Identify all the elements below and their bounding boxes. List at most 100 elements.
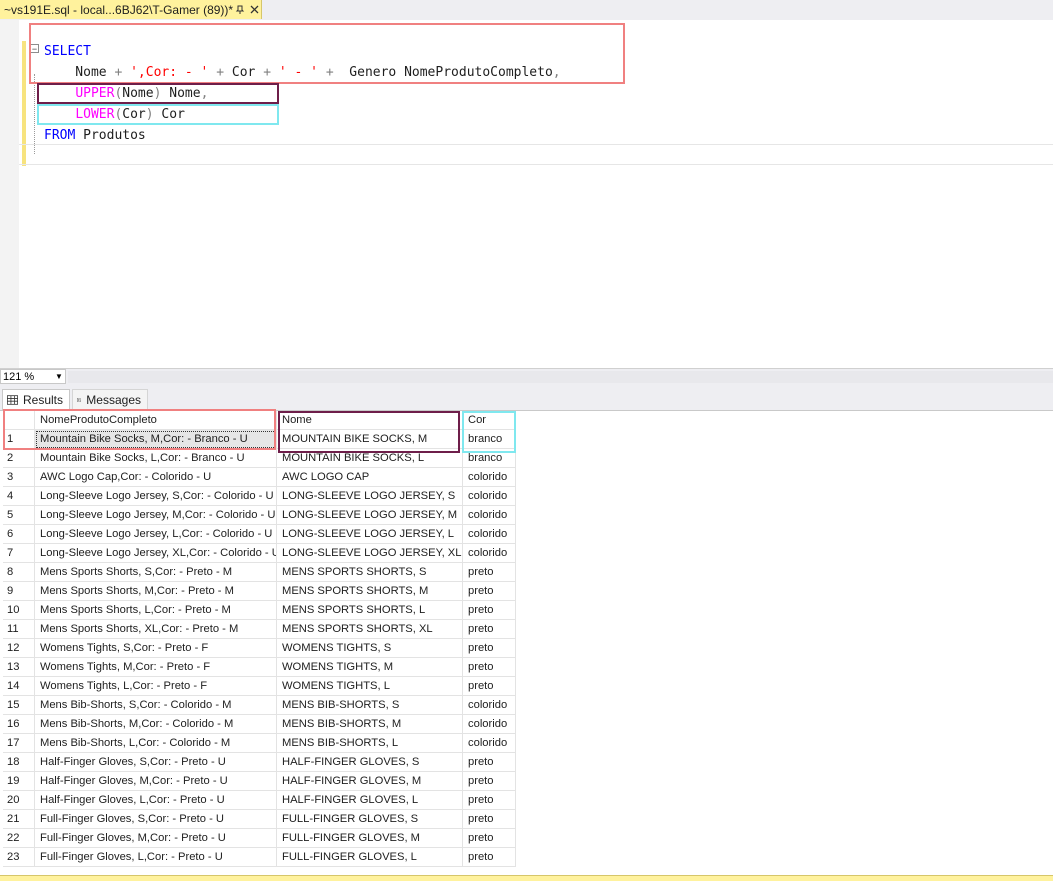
row-number[interactable]: 23 bbox=[3, 848, 35, 867]
table-row[interactable]: 3 AWC Logo Cap,Cor: - Colorido - U AWC LOG… bbox=[3, 468, 516, 487]
cell-cor[interactable]: colorido bbox=[463, 506, 516, 525]
cell-cor[interactable]: preto bbox=[463, 753, 516, 772]
code-line[interactable]: UPPER(Nome) Nome, bbox=[44, 83, 561, 104]
row-number[interactable]: 8 bbox=[3, 563, 35, 582]
cell-nomeprodutocompleto[interactable]: Womens Tights, S,Cor: - Preto - F bbox=[35, 639, 277, 658]
cell-nome[interactable]: MENS BIB-SHORTS, L bbox=[277, 734, 463, 753]
table-row[interactable]: 8 Mens Sports Shorts, S,Cor: - Preto - MM… bbox=[3, 563, 516, 582]
cell-cor[interactable]: preto bbox=[463, 620, 516, 639]
results-grid[interactable]: NomeProdutoCompleto Nome Cor 1 Mountain B… bbox=[3, 411, 1053, 875]
cell-cor[interactable]: preto bbox=[463, 810, 516, 829]
table-row[interactable]: 22 Full-Finger Gloves, M,Cor: - Preto - U… bbox=[3, 829, 516, 848]
cell-cor[interactable]: preto bbox=[463, 848, 516, 867]
cell-cor[interactable]: colorido bbox=[463, 487, 516, 506]
close-icon[interactable] bbox=[247, 2, 261, 18]
query-document-tab[interactable]: ~vs191E.sql - local...6BJ62\T-Gamer (89)… bbox=[0, 0, 262, 19]
row-number[interactable]: 19 bbox=[3, 772, 35, 791]
cell-cor[interactable]: preto bbox=[463, 582, 516, 601]
code-line[interactable]: Nome + ',Cor: - ' + Cor + ' - ' + Genero… bbox=[44, 62, 560, 83]
cell-cor[interactable]: branco bbox=[463, 449, 516, 468]
cell-cor[interactable]: preto bbox=[463, 772, 516, 791]
cell-nomeprodutocompleto[interactable]: Long-Sleeve Logo Jersey, M,Cor: - Colori… bbox=[35, 506, 277, 525]
sql-code[interactable]: SELECT Nome + ',Cor: - ' + Cor + ' - ' +… bbox=[44, 41, 561, 146]
cell-nome[interactable]: MENS SPORTS SHORTS, L bbox=[277, 601, 463, 620]
column-header-nome[interactable]: Nome bbox=[277, 411, 463, 430]
row-number[interactable]: 20 bbox=[3, 791, 35, 810]
cell-nome[interactable]: LONG-SLEEVE LOGO JERSEY, M bbox=[277, 506, 463, 525]
cell-cor[interactable]: preto bbox=[463, 601, 516, 620]
code-line[interactable]: FROM Produtos bbox=[44, 125, 561, 146]
cell-nome[interactable]: FULL-FINGER GLOVES, L bbox=[277, 848, 463, 867]
table-row[interactable]: 15 Mens Bib-Shorts, S,Cor: - Colorido - M… bbox=[3, 696, 516, 715]
cell-nomeprodutocompleto[interactable]: Full-Finger Gloves, S,Cor: - Preto - U bbox=[35, 810, 277, 829]
table-row[interactable]: 2 Mountain Bike Socks, L,Cor: - Branco - … bbox=[3, 449, 516, 468]
table-row[interactable]: 21 Full-Finger Gloves, S,Cor: - Preto - U… bbox=[3, 810, 516, 829]
row-number-header[interactable] bbox=[3, 411, 35, 430]
cell-cor[interactable]: preto bbox=[463, 563, 516, 582]
cell-nome[interactable]: MOUNTAIN BIKE SOCKS, L bbox=[277, 449, 463, 468]
cell-nome[interactable]: MENS SPORTS SHORTS, S bbox=[277, 563, 463, 582]
cell-nomeprodutocompleto[interactable]: Mens Sports Shorts, XL,Cor: - Preto - M bbox=[35, 620, 277, 639]
cell-nome[interactable]: AWC LOGO CAP bbox=[277, 468, 463, 487]
cell-nomeprodutocompleto[interactable]: Mens Sports Shorts, S,Cor: - Preto - M bbox=[35, 563, 277, 582]
cell-nomeprodutocompleto[interactable]: Full-Finger Gloves, M,Cor: - Preto - U bbox=[35, 829, 277, 848]
cell-nome[interactable]: MOUNTAIN BIKE SOCKS, M bbox=[277, 430, 463, 449]
cell-cor[interactable]: colorido bbox=[463, 525, 516, 544]
cell-nomeprodutocompleto[interactable]: Mountain Bike Socks, M,Cor: - Branco - U bbox=[35, 430, 277, 449]
row-number[interactable]: 14 bbox=[3, 677, 35, 696]
cell-nome[interactable]: HALF-FINGER GLOVES, L bbox=[277, 791, 463, 810]
code-line[interactable]: LOWER(Cor) Cor bbox=[44, 104, 561, 125]
cell-cor[interactable]: colorido bbox=[463, 696, 516, 715]
cell-nomeprodutocompleto[interactable]: Long-Sleeve Logo Jersey, XL,Cor: - Color… bbox=[35, 544, 277, 563]
cell-cor[interactable]: branco bbox=[463, 430, 516, 449]
pin-icon[interactable] bbox=[233, 2, 247, 18]
zoom-level-select[interactable]: 121 % ▼ bbox=[0, 369, 66, 384]
row-number[interactable]: 4 bbox=[3, 487, 35, 506]
cell-cor[interactable]: preto bbox=[463, 829, 516, 848]
table-row[interactable]: 16 Mens Bib-Shorts, M,Cor: - Colorido - M… bbox=[3, 715, 516, 734]
cell-nomeprodutocompleto[interactable]: Mens Bib-Shorts, S,Cor: - Colorido - M bbox=[35, 696, 277, 715]
table-row[interactable]: 11 Mens Sports Shorts, XL,Cor: - Preto - … bbox=[3, 620, 516, 639]
row-number[interactable]: 22 bbox=[3, 829, 35, 848]
cell-nome[interactable]: HALF-FINGER GLOVES, S bbox=[277, 753, 463, 772]
row-number[interactable]: 5 bbox=[3, 506, 35, 525]
cell-cor[interactable]: preto bbox=[463, 677, 516, 696]
cell-cor[interactable]: preto bbox=[463, 791, 516, 810]
cell-nome[interactable]: LONG-SLEEVE LOGO JERSEY, L bbox=[277, 525, 463, 544]
table-row[interactable]: 23 Full-Finger Gloves, L,Cor: - Preto - U… bbox=[3, 848, 516, 867]
table-row[interactable]: 7 Long-Sleeve Logo Jersey, XL,Cor: - Colo… bbox=[3, 544, 516, 563]
cell-nome[interactable]: WOMENS TIGHTS, S bbox=[277, 639, 463, 658]
row-number[interactable]: 1 bbox=[3, 430, 35, 449]
cell-nomeprodutocompleto[interactable]: Mens Sports Shorts, L,Cor: - Preto - M bbox=[35, 601, 277, 620]
cell-nome[interactable]: MENS SPORTS SHORTS, XL bbox=[277, 620, 463, 639]
row-number[interactable]: 10 bbox=[3, 601, 35, 620]
row-number[interactable]: 12 bbox=[3, 639, 35, 658]
table-row[interactable]: 13 Womens Tights, M,Cor: - Preto - F WOMEN… bbox=[3, 658, 516, 677]
table-row[interactable]: 1 Mountain Bike Socks, M,Cor: - Branco - … bbox=[3, 430, 516, 449]
table-row[interactable]: 20 Half-Finger Gloves, L,Cor: - Preto - U… bbox=[3, 791, 516, 810]
table-row[interactable]: 6 Long-Sleeve Logo Jersey, L,Cor: - Color… bbox=[3, 525, 516, 544]
cell-nome[interactable]: MENS BIB-SHORTS, S bbox=[277, 696, 463, 715]
table-row[interactable]: 5 Long-Sleeve Logo Jersey, M,Cor: - Color… bbox=[3, 506, 516, 525]
cell-nome[interactable]: WOMENS TIGHTS, L bbox=[277, 677, 463, 696]
row-number[interactable]: 15 bbox=[3, 696, 35, 715]
table-row[interactable]: 14 Womens Tights, L,Cor: - Preto - F WOMEN… bbox=[3, 677, 516, 696]
cell-nome[interactable]: MENS SPORTS SHORTS, M bbox=[277, 582, 463, 601]
row-number[interactable]: 3 bbox=[3, 468, 35, 487]
sql-editor[interactable]: SELECT Nome + ',Cor: - ' + Cor + ' - ' +… bbox=[0, 20, 1053, 368]
cell-nomeprodutocompleto[interactable]: Mens Bib-Shorts, M,Cor: - Colorido - M bbox=[35, 715, 277, 734]
cell-nome[interactable]: FULL-FINGER GLOVES, M bbox=[277, 829, 463, 848]
cell-nome[interactable]: MENS BIB-SHORTS, M bbox=[277, 715, 463, 734]
row-number[interactable]: 11 bbox=[3, 620, 35, 639]
cell-nome[interactable]: WOMENS TIGHTS, M bbox=[277, 658, 463, 677]
row-number[interactable]: 17 bbox=[3, 734, 35, 753]
cell-nomeprodutocompleto[interactable]: Full-Finger Gloves, L,Cor: - Preto - U bbox=[35, 848, 277, 867]
table-row[interactable]: 9 Mens Sports Shorts, M,Cor: - Preto - MM… bbox=[3, 582, 516, 601]
cell-nomeprodutocompleto[interactable]: Long-Sleeve Logo Jersey, S,Cor: - Colori… bbox=[35, 487, 277, 506]
cell-nomeprodutocompleto[interactable]: Long-Sleeve Logo Jersey, L,Cor: - Colori… bbox=[35, 525, 277, 544]
cell-nome[interactable]: FULL-FINGER GLOVES, S bbox=[277, 810, 463, 829]
tab-results[interactable]: Results bbox=[2, 389, 70, 410]
cell-nomeprodutocompleto[interactable]: Half-Finger Gloves, M,Cor: - Preto - U bbox=[35, 772, 277, 791]
table-row[interactable]: 18 Half-Finger Gloves, S,Cor: - Preto - U… bbox=[3, 753, 516, 772]
row-number[interactable]: 21 bbox=[3, 810, 35, 829]
